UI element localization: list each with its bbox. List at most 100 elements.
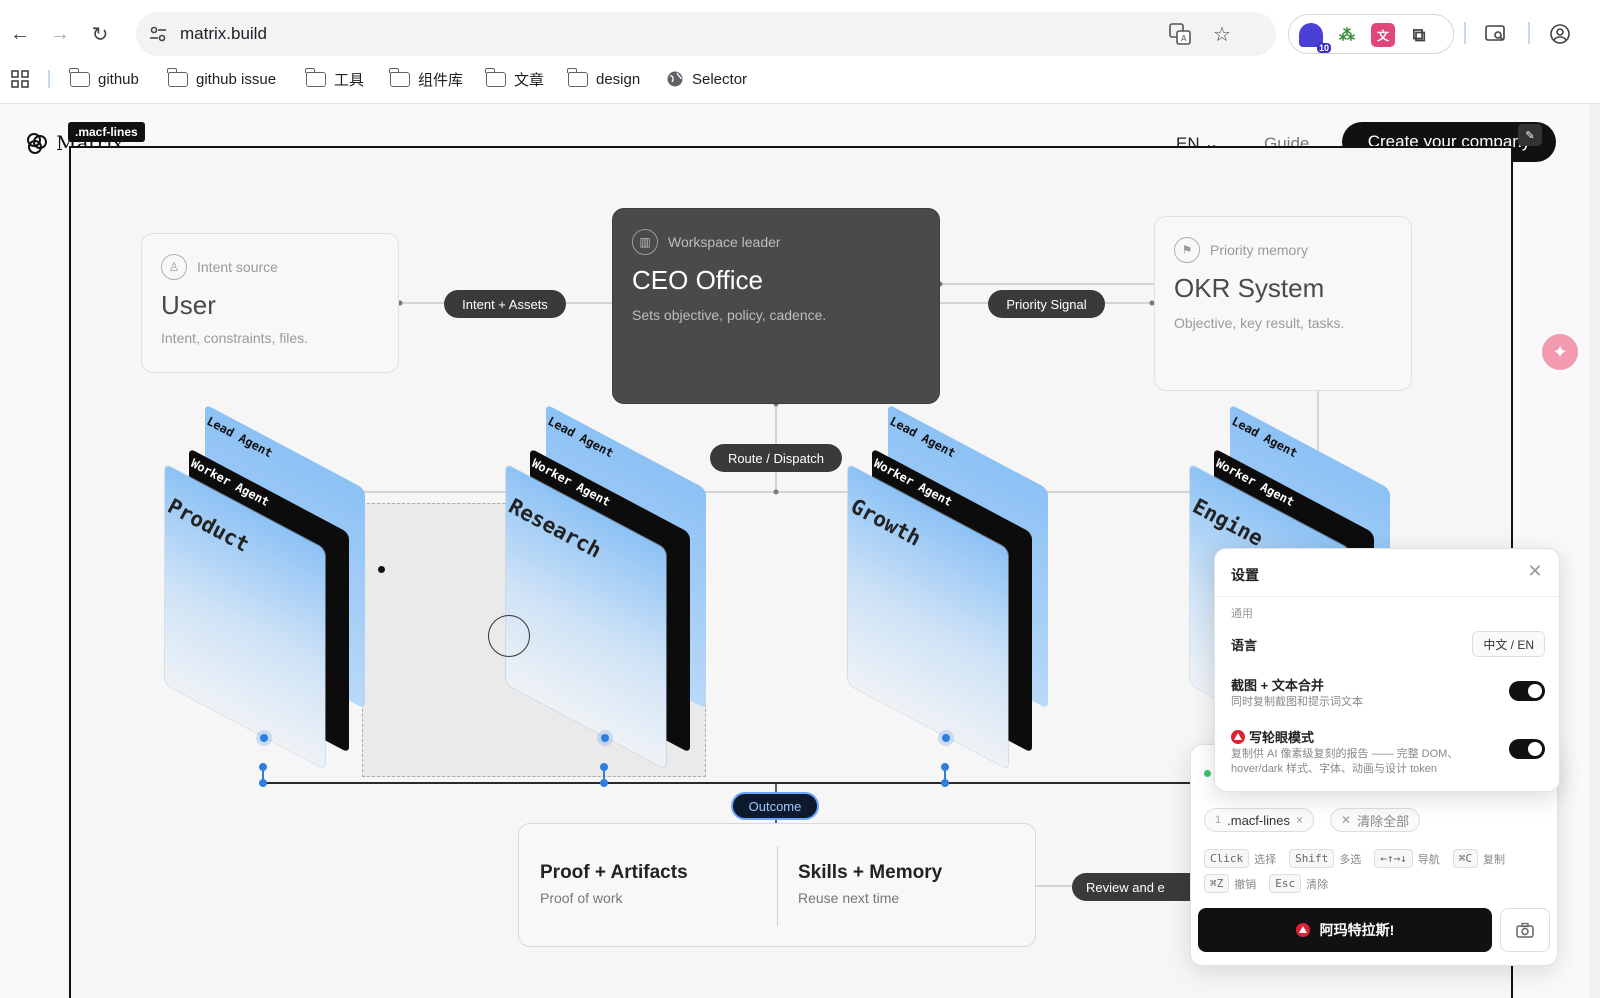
bookmark-tools[interactable]: 工具 <box>305 67 364 90</box>
bookmark-selector[interactable]: Selector <box>666 68 747 90</box>
ceo-office-card[interactable]: ▥ Workspace leader CEO Office Sets object… <box>612 208 940 404</box>
shortcut-row: ⌘Z 撤销 Esc 清除 <box>1204 874 1328 893</box>
flag-icon: ⚑ <box>1174 237 1200 263</box>
selected-element-chip[interactable]: 1 .macf-lines × <box>1204 808 1314 832</box>
url-text[interactable]: matrix.build <box>180 24 267 44</box>
bookmark-design[interactable]: design <box>567 67 640 90</box>
cursor-ring <box>488 615 530 657</box>
chip-index: 1 <box>1215 814 1222 826</box>
folder-icon <box>485 67 506 87</box>
pill-review: Review and e <box>1072 873 1190 901</box>
skills-title: Skills + Memory <box>798 862 943 883</box>
sharingan-toggle[interactable] <box>1509 739 1545 759</box>
connector-dot <box>773 489 779 495</box>
shortcut-key: ⌘Z <box>1204 874 1230 893</box>
chip-remove-icon[interactable]: × <box>1296 813 1303 827</box>
card-kicker: ♙ Intent source <box>161 254 278 280</box>
shortcut-key: Esc <box>1269 874 1302 893</box>
building-icon: ▥ <box>632 229 658 255</box>
pill-priority-signal: Priority Signal <box>988 290 1105 318</box>
settings-title: 设置 <box>1231 567 1259 583</box>
merge-label: 截图 + 文本合并 <box>1231 678 1324 693</box>
merge-toggle[interactable] <box>1509 681 1545 701</box>
profile-avatar-icon[interactable] <box>1546 20 1574 48</box>
bookmarks-divider <box>48 70 50 88</box>
drag-handle[interactable] <box>256 730 272 746</box>
shortcut-key: ⌘C <box>1452 849 1478 868</box>
handle-stem <box>603 767 605 781</box>
camera-icon <box>1516 922 1534 938</box>
extension-translate-icon[interactable]: 文 <box>1371 23 1395 47</box>
bookmark-articles[interactable]: 文章 <box>485 67 544 90</box>
shortcut-desc: 多选 <box>1339 853 1362 866</box>
chip-label: .macf-lines <box>1227 812 1290 828</box>
apps-grid-icon[interactable] <box>10 68 30 90</box>
globe-icon <box>667 71 683 87</box>
handle-stem <box>944 767 946 781</box>
back-icon[interactable]: ← <box>6 20 34 48</box>
shortcut-desc: 清除 <box>1306 878 1329 891</box>
user-card[interactable]: ♙ Intent source User Intent, constraints,… <box>141 233 399 373</box>
card-subtitle: Objective, key result, tasks. <box>1174 315 1345 331</box>
proof-subtitle: Proof of work <box>540 890 623 906</box>
shortcut-key: Shift <box>1289 849 1335 868</box>
bookmarks-bar: github github issue 工具 组件库 文章 design Sel… <box>0 64 1600 94</box>
settings-header: 设置 ✕ <box>1215 549 1559 597</box>
card-subtitle: Intent, constraints, files. <box>161 330 309 346</box>
browser-chrome: ← → ↻ matrix.build A ☆ 10 ⁂ 文 ⧉ github g… <box>0 0 1600 104</box>
extensions-puzzle-icon[interactable]: ⧉ <box>1407 23 1431 47</box>
language-toggle-button[interactable]: 中文 / EN <box>1472 631 1545 657</box>
extension-house-icon[interactable]: 10 <box>1299 23 1331 53</box>
folder-icon <box>167 67 188 87</box>
shortcut-key: ←↑→↓ <box>1374 849 1413 868</box>
extension-network-icon[interactable]: ⁂ <box>1335 23 1359 47</box>
cursor-dot <box>378 566 385 573</box>
settings-section-label: 通用 <box>1231 608 1253 620</box>
bookmark-components[interactable]: 组件库 <box>389 67 463 90</box>
bookmark-github-issue[interactable]: github issue <box>167 67 276 90</box>
proof-title: Proof + Artifacts <box>540 862 688 883</box>
shortcut-key: Click <box>1204 849 1250 868</box>
extensions-group: 10 ⁂ 文 ⧉ <box>1288 14 1454 54</box>
bookmark-star-icon[interactable]: ☆ <box>1210 22 1234 46</box>
translate-icon[interactable]: A <box>1168 22 1192 46</box>
close-icon[interactable]: ✕ <box>1525 561 1545 581</box>
clear-all-button[interactable]: ✕ 清除全部 <box>1330 808 1421 832</box>
folder-icon <box>567 67 588 87</box>
reload-icon[interactable]: ↻ <box>86 20 114 48</box>
clear-icon: ✕ <box>1341 813 1352 827</box>
shortcut-desc: 撤销 <box>1234 878 1257 891</box>
shortcut-desc: 复制 <box>1483 853 1505 866</box>
screenshot-camera-button[interactable] <box>1500 908 1550 952</box>
team-stack-research[interactable]: Lead Agent Worker Agent Research <box>505 404 746 770</box>
shortcut-row: Click 选择 Shift 多选 ←↑→↓ 导航 ⌘C 复制 <box>1204 849 1505 868</box>
page-scrollbar[interactable] <box>1590 104 1600 998</box>
drag-handle[interactable] <box>938 730 954 746</box>
forward-icon[interactable]: → <box>46 20 74 48</box>
okr-system-card[interactable]: ⚑ Priority memory OKR System Objective, k… <box>1154 216 1412 391</box>
team-stack-product[interactable]: Lead Agent Worker Agent Product <box>164 404 405 770</box>
card-subtitle: Sets objective, policy, cadence. <box>632 307 827 323</box>
shortcut-desc: 选择 <box>1254 853 1277 866</box>
outcome-card[interactable]: Proof + Artifacts Proof of work Skills +… <box>518 823 1036 947</box>
site-settings-icon[interactable] <box>146 22 170 46</box>
extension-badge: 10 <box>1316 43 1331 53</box>
folder-icon <box>389 67 410 87</box>
card-kicker: ⚑ Priority memory <box>1174 237 1308 263</box>
toolbar-divider <box>1528 22 1530 44</box>
amaterasu-button[interactable]: 阿玛特拉斯! <box>1198 908 1492 952</box>
handle-stem <box>262 767 264 781</box>
svg-text:A: A <box>1181 34 1187 43</box>
shortcut-desc: 导航 <box>1417 853 1440 866</box>
drag-handle[interactable] <box>597 730 613 746</box>
bookmark-github[interactable]: github <box>69 67 139 90</box>
user-icon: ♙ <box>161 254 187 280</box>
card-title: CEO Office <box>632 265 764 295</box>
sharingan-label: 写轮眼模式 <box>1231 727 1314 746</box>
address-bar[interactable]: matrix.build A ☆ <box>136 12 1276 56</box>
pill-intent-assets: Intent + Assets <box>444 290 566 318</box>
team-stack-growth[interactable]: Lead Agent Worker Agent Growth <box>847 404 1088 770</box>
language-label: 语言 <box>1231 638 1258 653</box>
ai-assistant-bubble-icon[interactable]: ✦ <box>1542 334 1578 370</box>
tab-search-icon[interactable] <box>1482 20 1510 48</box>
